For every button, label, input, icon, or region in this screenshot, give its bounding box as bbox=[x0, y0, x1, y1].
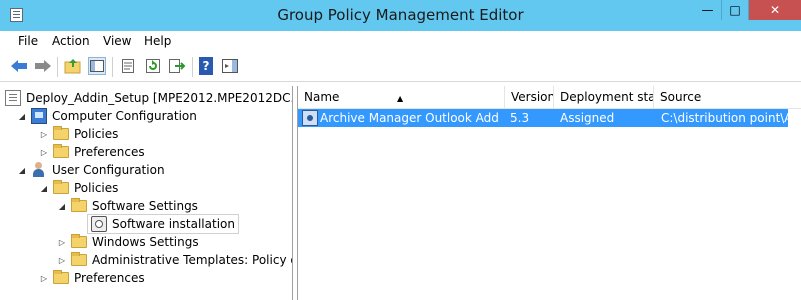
toolbar-separator bbox=[57, 57, 58, 77]
column-header-version[interactable]: Version bbox=[505, 86, 554, 108]
mmc-window: Group Policy Management Editor — □ ✕ Fil… bbox=[0, 0, 801, 300]
folder-icon bbox=[71, 198, 87, 212]
collapse-arrow-icon[interactable]: ◢ bbox=[16, 164, 28, 176]
help-icon[interactable]: ? bbox=[199, 57, 213, 75]
gpo-doc-icon bbox=[5, 90, 21, 106]
column-header-label: Version bbox=[511, 90, 554, 104]
folder-icon bbox=[71, 234, 87, 248]
show-hide-tree-icon[interactable] bbox=[88, 57, 106, 75]
folder-icon bbox=[53, 180, 69, 194]
column-header-source[interactable]: Source bbox=[654, 86, 801, 108]
refresh-icon[interactable] bbox=[144, 57, 162, 75]
properties-icon[interactable] bbox=[119, 57, 137, 75]
expand-arrow-icon[interactable]: ▷ bbox=[56, 254, 68, 266]
collapse-arrow-icon[interactable]: ◢ bbox=[16, 110, 28, 122]
tree-node-computer-policies[interactable]: ▷ Policies bbox=[38, 125, 118, 143]
tree-node-label: Preferences bbox=[74, 271, 145, 285]
computer-icon bbox=[31, 108, 47, 124]
sort-ascending-icon: ▲ bbox=[397, 94, 404, 103]
maximize-button[interactable]: □ bbox=[721, 0, 749, 20]
tree-node-user-preferences[interactable]: ▷ Preferences bbox=[38, 269, 145, 287]
window-title: Group Policy Management Editor bbox=[277, 6, 524, 24]
up-folder-icon[interactable] bbox=[64, 57, 82, 75]
tree-node-computer-configuration[interactable]: ◢ Computer Configuration bbox=[16, 107, 197, 125]
column-header-label: Deployment state bbox=[560, 90, 653, 104]
toolbar: ? bbox=[0, 52, 801, 82]
menu-file[interactable]: File bbox=[18, 34, 38, 48]
expand-arrow-icon[interactable]: ▷ bbox=[38, 272, 50, 284]
expand-arrow-icon[interactable]: ▷ bbox=[56, 236, 68, 248]
tree-node-user-policies[interactable]: ◢ Policies bbox=[38, 179, 118, 197]
tree-node-administrative-templates[interactable]: ▷ Administrative Templates: Policy defin… bbox=[56, 251, 292, 269]
collapse-arrow-icon[interactable]: ◢ bbox=[38, 182, 50, 194]
tree-node-label: Preferences bbox=[74, 145, 145, 159]
close-button[interactable]: ✕ bbox=[749, 0, 801, 20]
tree-node-gpo[interactable]: Deploy_Addin_Setup [MPE2012.MPE2012DC.LO… bbox=[2, 89, 292, 107]
tree-node-windows-settings[interactable]: ▷ Windows Settings bbox=[56, 233, 199, 251]
forward-arrow-icon[interactable] bbox=[34, 57, 52, 75]
cell-version: 5.3 bbox=[510, 111, 530, 125]
column-header-label: Source bbox=[660, 90, 702, 104]
package-icon bbox=[302, 110, 318, 126]
show-action-pane-icon[interactable] bbox=[221, 57, 239, 75]
folder-icon bbox=[53, 270, 69, 284]
tree-node-computer-preferences[interactable]: ▷ Preferences bbox=[38, 143, 145, 161]
console-tree[interactable]: Deploy_Addin_Setup [MPE2012.MPE2012DC.LO… bbox=[0, 86, 293, 300]
tree-node-label: Policies bbox=[74, 127, 119, 141]
cell-source: C:\distribution point\Archive Manager Ou… bbox=[661, 111, 788, 125]
title-bar[interactable]: Group Policy Management Editor — □ ✕ bbox=[0, 0, 801, 31]
result-list[interactable]: Name ▲ Version Deployment state Source A… bbox=[297, 86, 801, 300]
list-header: Name ▲ Version Deployment state Source bbox=[298, 86, 801, 109]
folder-icon bbox=[71, 252, 87, 266]
folder-icon bbox=[53, 126, 69, 140]
menu-view[interactable]: View bbox=[103, 34, 131, 48]
tree-node-label: Software installation bbox=[112, 217, 235, 231]
menu-action[interactable]: Action bbox=[52, 34, 90, 48]
expand-arrow-icon[interactable]: ▷ bbox=[38, 128, 50, 140]
tree-node-label: Administrative Templates: Policy definit… bbox=[92, 253, 292, 267]
software-installation-icon bbox=[91, 216, 107, 232]
minimize-button[interactable]: — bbox=[694, 0, 721, 20]
expand-arrow-icon[interactable]: ▷ bbox=[38, 146, 50, 158]
toolbar-separator bbox=[192, 57, 193, 77]
menu-help[interactable]: Help bbox=[144, 34, 171, 48]
tree-node-software-settings[interactable]: ◢ Software Settings bbox=[56, 197, 198, 215]
user-icon bbox=[31, 162, 47, 178]
tree-node-label: Computer Configuration bbox=[52, 109, 197, 123]
back-arrow-icon[interactable] bbox=[10, 57, 28, 75]
tree-node-label: Software Settings bbox=[92, 199, 198, 213]
toolbar-separator bbox=[112, 57, 113, 77]
folder-icon bbox=[53, 144, 69, 158]
tree-node-label: Policies bbox=[74, 181, 119, 195]
tree-node-label: Windows Settings bbox=[92, 235, 199, 249]
column-header-label: Name bbox=[304, 90, 340, 104]
column-header-deployment-state[interactable]: Deployment state bbox=[554, 86, 654, 108]
tree-node-label: Deploy_Addin_Setup [MPE2012.MPE2012DC.LO… bbox=[26, 91, 292, 105]
cell-deployment-state: Assigned bbox=[560, 111, 615, 125]
tree-node-user-configuration[interactable]: ◢ User Configuration bbox=[16, 161, 165, 179]
menu-bar: File Action View Help bbox=[0, 31, 801, 52]
tree-node-software-installation[interactable]: Software installation bbox=[87, 214, 239, 234]
cell-name: Archive Manager Outlook Addin bbox=[320, 111, 500, 125]
tree-node-label: User Configuration bbox=[52, 163, 165, 177]
column-header-name[interactable]: Name ▲ bbox=[298, 86, 505, 108]
export-list-icon[interactable] bbox=[168, 57, 186, 75]
list-row-selected[interactable]: Archive Manager Outlook Addin 5.3 Assign… bbox=[298, 109, 788, 127]
collapse-arrow-icon[interactable]: ◢ bbox=[56, 200, 68, 212]
